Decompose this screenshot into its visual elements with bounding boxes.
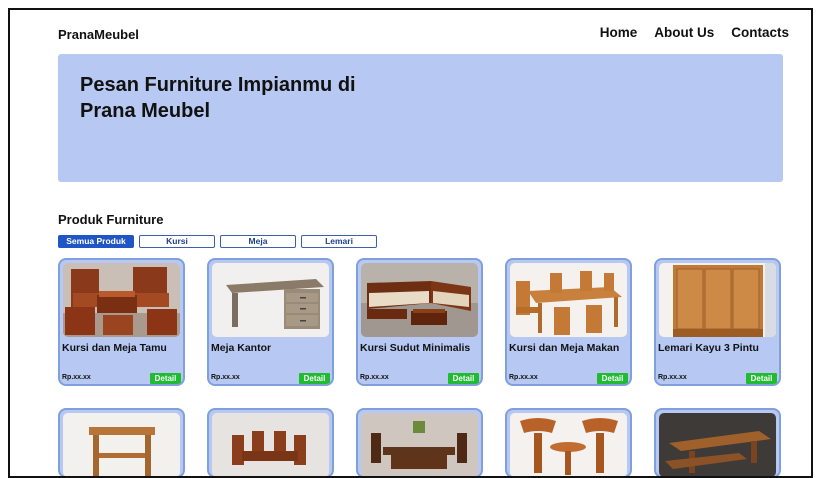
product-card[interactable]: Kursi dan Meja Tamu Rp.xx.xx Detail: [58, 258, 185, 386]
product-card[interactable]: Meja Kantor Rp.xx.xx Detail: [207, 258, 334, 386]
filter-meja-button[interactable]: Meja: [220, 235, 296, 248]
corner-sofa-icon: [361, 263, 478, 337]
product-card[interactable]: [654, 408, 781, 476]
detail-button[interactable]: Detail: [448, 373, 479, 384]
section-title: Produk Furniture: [58, 212, 164, 227]
dining-table-icon: [361, 413, 478, 476]
product-card[interactable]: Kursi Sudut Minimalis Rp.xx.xx Detail: [356, 258, 483, 386]
filter-kursi-button[interactable]: Kursi: [139, 235, 215, 248]
product-name: Meja Kantor: [211, 342, 272, 354]
dining-chairs-icon: [212, 413, 329, 476]
detail-button[interactable]: Detail: [299, 373, 330, 384]
nav-contacts-link[interactable]: Contacts: [731, 25, 789, 40]
hero-title-line1: Pesan Furniture Impianmu di: [80, 74, 356, 96]
brand-logo[interactable]: PranaMeubel: [58, 27, 139, 42]
filter-bar: Semua Produk Kursi Meja Lemari: [58, 235, 377, 248]
browser-frame: PranaMeubel Home About Us Contacts Pesan…: [8, 8, 813, 478]
filter-all-button[interactable]: Semua Produk: [58, 235, 134, 248]
product-price: Rp.xx.xx: [211, 374, 240, 381]
product-card[interactable]: [207, 408, 334, 476]
product-card[interactable]: [58, 408, 185, 476]
product-price: Rp.xx.xx: [658, 374, 687, 381]
product-card[interactable]: [505, 408, 632, 476]
detail-button[interactable]: Detail: [746, 373, 777, 384]
product-name: Kursi dan Meja Makan: [509, 342, 620, 354]
living-room-set-icon: [63, 263, 180, 337]
nav-home-link[interactable]: Home: [600, 25, 638, 40]
filter-lemari-button[interactable]: Lemari: [301, 235, 377, 248]
product-name: Kursi dan Meja Tamu: [62, 342, 167, 354]
hero-title-line2: Prana Meubel: [80, 100, 211, 122]
wardrobe-icon: [659, 263, 776, 337]
nav-menu: Home About Us Contacts: [600, 25, 789, 40]
office-desk-icon: [212, 263, 329, 337]
product-card[interactable]: [356, 408, 483, 476]
nav-about-link[interactable]: About Us: [654, 25, 714, 40]
product-name: Kursi Sudut Minimalis: [360, 342, 471, 354]
product-card[interactable]: Lemari Kayu 3 Pintu Rp.xx.xx Detail: [654, 258, 781, 386]
product-card[interactable]: Kursi dan Meja Makan Rp.xx.xx Detail: [505, 258, 632, 386]
dining-set-icon: [510, 263, 627, 337]
product-price: Rp.xx.xx: [360, 374, 389, 381]
bench-table-icon: [659, 413, 776, 476]
bistro-set-icon: [510, 413, 627, 476]
product-price: Rp.xx.xx: [509, 374, 538, 381]
detail-button[interactable]: Detail: [150, 373, 181, 384]
detail-button[interactable]: Detail: [597, 373, 628, 384]
hero-banner: Pesan Furniture Impianmu di Prana Meubel: [58, 54, 783, 182]
side-table-icon: [63, 413, 180, 476]
hero-title: Pesan Furniture Impianmu di Prana Meubel: [80, 72, 410, 124]
navbar: PranaMeubel Home About Us Contacts: [10, 10, 811, 58]
product-price: Rp.xx.xx: [62, 374, 91, 381]
product-name: Lemari Kayu 3 Pintu: [658, 342, 759, 354]
